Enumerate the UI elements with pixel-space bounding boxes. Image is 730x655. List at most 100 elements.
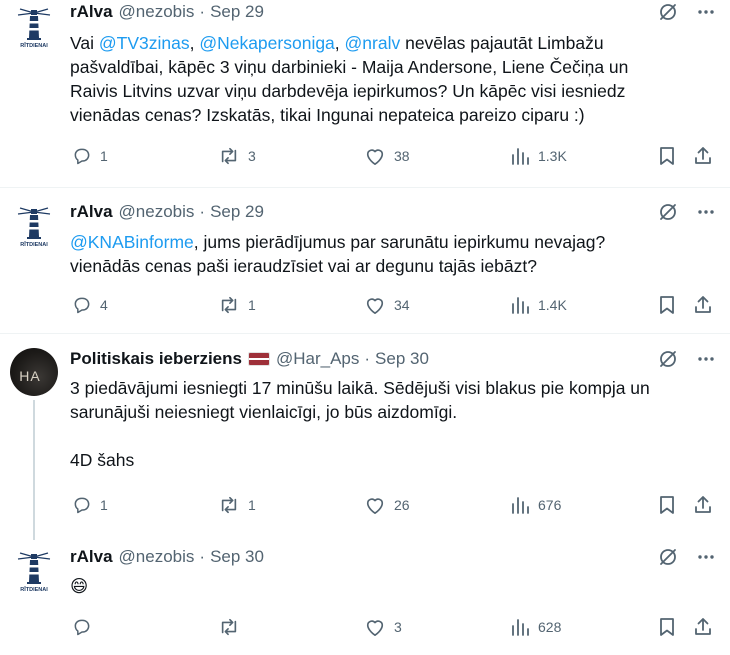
grok-slash-icon[interactable] <box>658 2 678 22</box>
author-name[interactable]: rAlva <box>70 2 113 22</box>
tweet-text-segment: , <box>189 33 200 53</box>
tweet-text: 😄 <box>70 574 720 598</box>
repost-count: 3 <box>248 148 256 164</box>
reply-button[interactable]: 1 <box>72 145 108 167</box>
divider <box>0 333 730 334</box>
share-button[interactable] <box>693 145 713 167</box>
separator-dot: · <box>199 202 206 221</box>
bookmark-button[interactable] <box>658 294 676 316</box>
like-icon <box>366 298 384 314</box>
repost-count: 1 <box>248 297 256 313</box>
bookmark-button[interactable] <box>658 494 676 516</box>
like-icon <box>366 149 384 165</box>
repost-icon <box>221 296 237 314</box>
share-icon <box>695 618 711 635</box>
grok-slash-icon[interactable] <box>658 547 678 567</box>
author-handle[interactable]: @nezobis <box>119 547 195 567</box>
share-icon <box>695 147 711 164</box>
tweet-date[interactable]: Sep 30 <box>210 547 264 567</box>
tweet-3[interactable]: HA Politiskais ieberziens @Har_Aps · Sep… <box>0 346 730 526</box>
grok-slash-icon[interactable] <box>658 202 678 222</box>
repost-button[interactable]: 1 <box>218 294 256 316</box>
share-button[interactable] <box>693 294 713 316</box>
mention-link[interactable]: @Nekapersoniga <box>199 33 334 53</box>
repost-button[interactable]: 1 <box>218 494 256 516</box>
tweet-actions: 1 1 26 676 <box>70 494 720 516</box>
tweet-text: 3 piedāvājumi iesniegti 17 minūšu laikā.… <box>70 376 720 472</box>
repost-icon <box>221 147 237 165</box>
more-icon[interactable] <box>696 202 716 222</box>
tweet-date[interactable]: Sep 30 <box>375 349 429 369</box>
tweet-2[interactable]: RĪTDIENAI rAlva @nezobis · Sep 29 @KNABi… <box>0 199 730 329</box>
views-button[interactable]: 676 <box>510 494 561 516</box>
author-avatar[interactable]: RĪTDIENAI <box>10 4 58 52</box>
author-avatar[interactable]: HA <box>10 348 58 396</box>
share-button[interactable] <box>693 616 713 638</box>
repost-button[interactable] <box>218 616 248 638</box>
like-count: 26 <box>394 497 410 513</box>
views-button[interactable]: 1.3K <box>510 145 567 167</box>
tweet-date[interactable]: Sep 29 <box>210 2 264 22</box>
author-avatar[interactable]: RĪTDIENAI <box>10 203 58 251</box>
svg-text:RĪTDIENAI: RĪTDIENAI <box>20 42 48 49</box>
tweet-actions: 1 3 38 1.3K <box>70 145 720 167</box>
author-handle[interactable]: @nezobis <box>119 2 195 22</box>
like-button[interactable]: 38 <box>364 145 410 167</box>
views-count: 628 <box>538 619 562 635</box>
like-button[interactable]: 26 <box>364 494 410 516</box>
lighthouse-icon: RĪTDIENAI <box>17 8 51 49</box>
author-name[interactable]: rAlva <box>70 202 113 222</box>
share-icon <box>695 496 711 513</box>
bookmark-button[interactable] <box>658 145 676 167</box>
mention-link[interactable]: @TV3zinas <box>99 33 190 53</box>
tweet-date[interactable]: Sep 29 <box>210 202 264 222</box>
tweet-text-segment: 3 piedāvājumi iesniegti 17 minūšu laikā.… <box>70 378 650 470</box>
tweet-actions: 4 1 34 1.4K <box>70 294 720 316</box>
like-count: 34 <box>394 297 410 313</box>
views-count: 1.3K <box>538 148 567 164</box>
author-name[interactable]: Politiskais ieberziens <box>70 349 242 369</box>
svg-text:RĪTDIENAI: RĪTDIENAI <box>20 586 48 593</box>
views-button[interactable]: 628 <box>510 616 561 638</box>
views-count: 676 <box>538 497 562 513</box>
reply-button[interactable]: 1 <box>72 494 108 516</box>
separator-dot: · <box>364 349 371 368</box>
reply-button[interactable]: 4 <box>72 294 108 316</box>
reply-count: 4 <box>100 297 108 313</box>
author-name[interactable]: rAlva <box>70 547 113 567</box>
more-icon[interactable] <box>696 349 716 369</box>
views-button[interactable]: 1.4K <box>510 294 567 316</box>
like-button[interactable]: 3 <box>364 616 402 638</box>
bookmark-icon <box>660 496 674 514</box>
author-handle[interactable]: @nezobis <box>119 202 195 222</box>
lighthouse-icon: RĪTDIENAI <box>17 207 51 248</box>
share-button[interactable] <box>693 494 713 516</box>
separator-dot: · <box>199 547 206 566</box>
grok-slash-icon[interactable] <box>658 349 678 369</box>
mention-link[interactable]: @KNABinforme <box>70 232 194 252</box>
views-icon <box>512 619 529 636</box>
reply-icon <box>74 619 90 636</box>
reply-icon <box>74 148 90 165</box>
tweet-text-segment: 😄 <box>70 576 89 596</box>
like-icon <box>366 620 384 636</box>
more-icon[interactable] <box>696 547 716 567</box>
author-avatar[interactable]: RĪTDIENAI <box>10 548 58 596</box>
tweet-text: Vai @TV3zinas, @Nekapersoniga, @nralv ne… <box>70 31 720 127</box>
like-button[interactable]: 34 <box>364 294 410 316</box>
views-icon <box>512 148 529 165</box>
repost-button[interactable]: 3 <box>218 145 256 167</box>
reply-icon <box>74 497 90 514</box>
tweet-1[interactable]: RĪTDIENAI rAlva @nezobis · Sep 29 Vai @T… <box>0 0 730 186</box>
avatar-initials: HA <box>19 368 41 384</box>
tweet-4[interactable]: RĪTDIENAI rAlva @nezobis · Sep 30 😄 3 62… <box>0 544 730 655</box>
share-icon <box>695 296 711 313</box>
bookmark-button[interactable] <box>658 616 676 638</box>
divider <box>0 187 730 188</box>
reply-button[interactable] <box>72 616 100 638</box>
mention-link[interactable]: @nralv <box>345 33 401 53</box>
views-count: 1.4K <box>538 297 567 313</box>
more-icon[interactable] <box>696 2 716 22</box>
author-handle[interactable]: @Har_Aps <box>276 349 359 369</box>
views-icon <box>512 297 529 314</box>
